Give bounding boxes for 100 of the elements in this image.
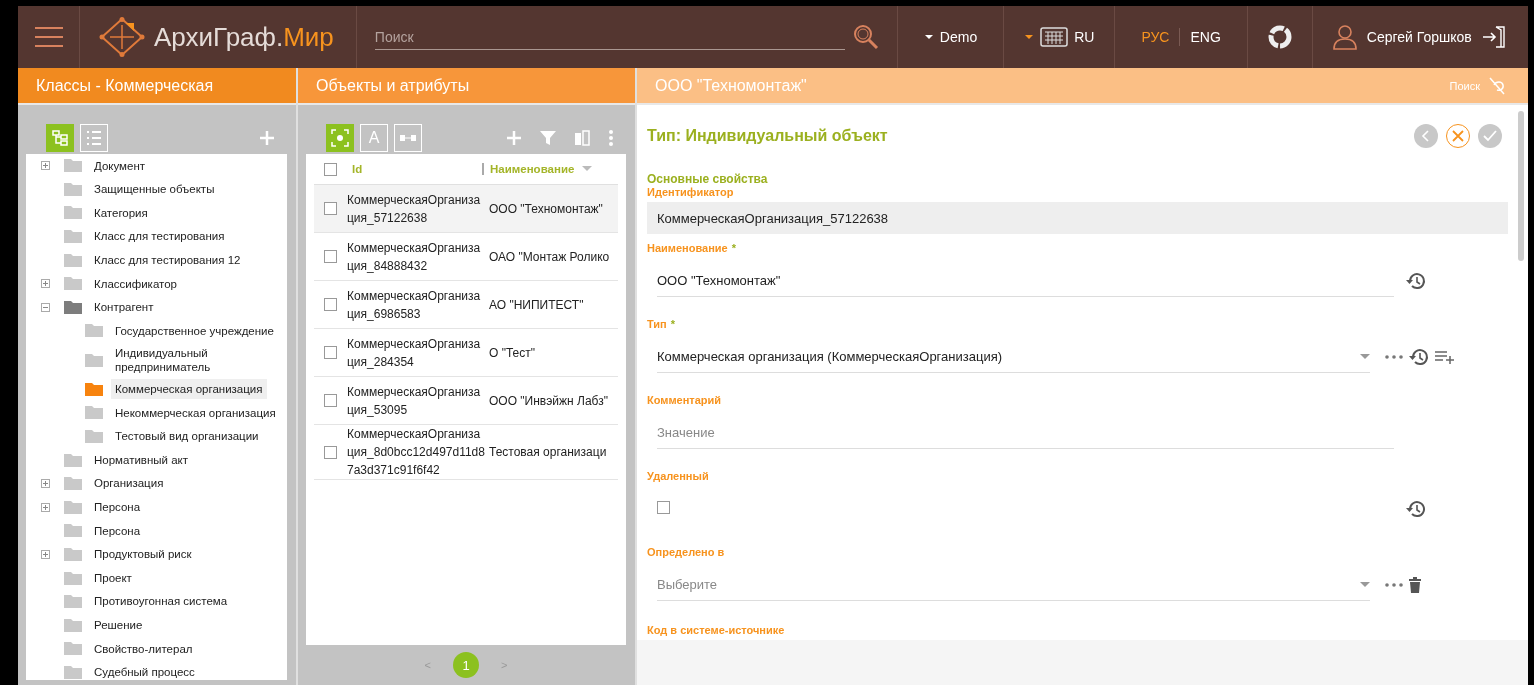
folder-icon xyxy=(64,571,82,585)
logout-icon[interactable] xyxy=(1481,25,1506,49)
folder-icon xyxy=(64,300,82,314)
caret-icon[interactable] xyxy=(1360,581,1370,588)
expander-icon[interactable] xyxy=(41,302,50,312)
search-field[interactable]: Поиск xyxy=(374,24,845,50)
tree-item[interactable]: Защищенные объекты xyxy=(90,179,219,200)
tree-item[interactable]: Проект xyxy=(90,567,136,589)
tree-item[interactable]: Класс для тестирования 12 xyxy=(90,250,245,271)
history-icon[interactable] xyxy=(1409,348,1429,366)
folder-icon xyxy=(64,230,82,244)
language-link[interactable]: РУС xyxy=(1141,29,1170,45)
row-checkbox[interactable] xyxy=(324,394,337,407)
table-cell-text: КоммерческаяОрганизация_284354 xyxy=(346,335,482,371)
tree-item[interactable]: Свойство-литерал xyxy=(90,638,197,659)
add-icon[interactable] xyxy=(506,130,522,146)
caret-icon[interactable] xyxy=(1360,353,1370,360)
expander-icon[interactable] xyxy=(41,479,50,489)
tree-item[interactable]: Решение xyxy=(90,615,147,636)
row-checkbox[interactable] xyxy=(324,445,337,459)
logo-name-accent: Мир xyxy=(283,21,334,53)
field-label: Определено в xyxy=(647,546,725,558)
expander-icon[interactable] xyxy=(41,279,50,289)
trash-icon[interactable] xyxy=(1409,577,1421,593)
caret-icon[interactable] xyxy=(1024,34,1035,40)
folder-icon xyxy=(85,406,103,420)
panel-title: ООО "Техномонтаж" xyxy=(655,76,807,95)
expander-icon[interactable] xyxy=(41,502,50,512)
more-icon[interactable] xyxy=(1385,583,1403,587)
history-icon[interactable] xyxy=(1406,272,1426,290)
tree-item[interactable]: Некоммерческая организация xyxy=(111,402,280,424)
row-checkbox[interactable] xyxy=(324,346,337,359)
row-checkbox[interactable] xyxy=(324,202,337,215)
row-checkbox[interactable] xyxy=(324,250,337,263)
tree-item[interactable]: Документ xyxy=(90,155,149,176)
folder-icon xyxy=(64,665,82,679)
sort-icon[interactable] xyxy=(582,166,593,172)
folder-icon xyxy=(85,353,103,367)
tree-item[interactable]: Категория xyxy=(90,202,152,224)
select-field[interactable]: Выберите xyxy=(657,569,1370,601)
form-heading: Тип: Индивидуальный объект xyxy=(647,127,888,145)
user-name[interactable]: Сергей Горшков xyxy=(1366,29,1472,45)
folder-icon xyxy=(85,430,103,443)
link-icon xyxy=(399,133,417,143)
loading-icon xyxy=(1267,25,1292,49)
cancel-button[interactable] xyxy=(1446,124,1470,148)
tree-item[interactable]: Персона xyxy=(90,520,145,542)
scrollbar[interactable] xyxy=(1518,111,1526,261)
folder-icon xyxy=(64,253,82,267)
folder-icon xyxy=(64,477,82,491)
tree-item[interactable]: Класс для тестирования xyxy=(90,226,229,247)
keyboard-layout[interactable]: RU xyxy=(1074,29,1095,45)
tree-item[interactable]: Государственное учреждение xyxy=(111,320,278,342)
folder-icon xyxy=(64,182,82,196)
link-view-button[interactable] xyxy=(394,124,422,152)
keyboard-icon[interactable] xyxy=(1040,27,1069,47)
more-icon[interactable] xyxy=(1385,355,1403,359)
field-label: Тип xyxy=(647,318,667,330)
tree-item[interactable]: Противоугонная система xyxy=(90,591,232,612)
select-field[interactable]: Коммерческая организация (КоммерческаяОрганизация) xyxy=(657,341,1370,373)
tree-item[interactable]: Продуктовый риск xyxy=(90,544,196,565)
tree-view-button[interactable] xyxy=(46,124,74,152)
tree-item[interactable]: Организация xyxy=(90,473,168,494)
object-view-button[interactable] xyxy=(326,124,354,152)
tree-item[interactable]: Контрагент xyxy=(90,297,158,318)
table-cell-text: АО "НИПИТЕСТ" xyxy=(488,297,585,312)
expander-icon[interactable] xyxy=(41,549,50,559)
filter-icon[interactable] xyxy=(540,130,556,146)
list-view-button[interactable] xyxy=(80,124,108,152)
search-icon[interactable] xyxy=(852,24,879,50)
select-all-checkbox[interactable] xyxy=(324,162,337,176)
tree-item[interactable]: Нормативный акт xyxy=(90,449,192,471)
workspace-dropdown[interactable]: Demo xyxy=(917,28,984,46)
user-icon[interactable] xyxy=(1332,24,1357,50)
history-icon[interactable] xyxy=(1406,500,1426,518)
tree-item[interactable]: Коммерческая организация xyxy=(111,379,267,400)
save-button[interactable] xyxy=(1478,124,1502,148)
tree-item[interactable]: Тестовый вид организации xyxy=(111,426,263,447)
tree-item[interactable]: Персона xyxy=(90,497,145,518)
tree-item[interactable]: Судебный процесс xyxy=(90,662,199,680)
table-cell-text: КоммерческаяОрганизация_84888432 xyxy=(346,239,482,275)
tree-item[interactable]: Индивидуальный предприниматель xyxy=(111,342,287,378)
language-link[interactable]: ENG xyxy=(1190,29,1221,45)
panel-title: Классы - Коммерческая xyxy=(36,76,214,95)
tree-item[interactable]: Классификатор xyxy=(90,273,181,294)
add-icon[interactable] xyxy=(259,130,275,146)
folder-icon xyxy=(64,159,82,173)
folder-icon xyxy=(64,453,82,467)
folder-icon xyxy=(64,206,82,220)
caret-icon xyxy=(923,34,934,40)
columns-icon[interactable] xyxy=(574,130,590,146)
logo-name: АрхиГраф. xyxy=(154,21,284,53)
checkbox[interactable] xyxy=(657,501,670,514)
folder-icon xyxy=(64,547,82,561)
folder-icon xyxy=(64,642,82,656)
expander-icon[interactable] xyxy=(41,161,50,171)
back-button[interactable] xyxy=(1414,124,1438,148)
add-to-list-icon[interactable] xyxy=(1435,349,1455,365)
row-checkbox[interactable] xyxy=(324,298,337,311)
table-row[interactable]: КоммерческаяОрганизация_8d0bcc12d497d11d87a3d371c91f6f42 Тестовая организаци xyxy=(314,425,618,480)
